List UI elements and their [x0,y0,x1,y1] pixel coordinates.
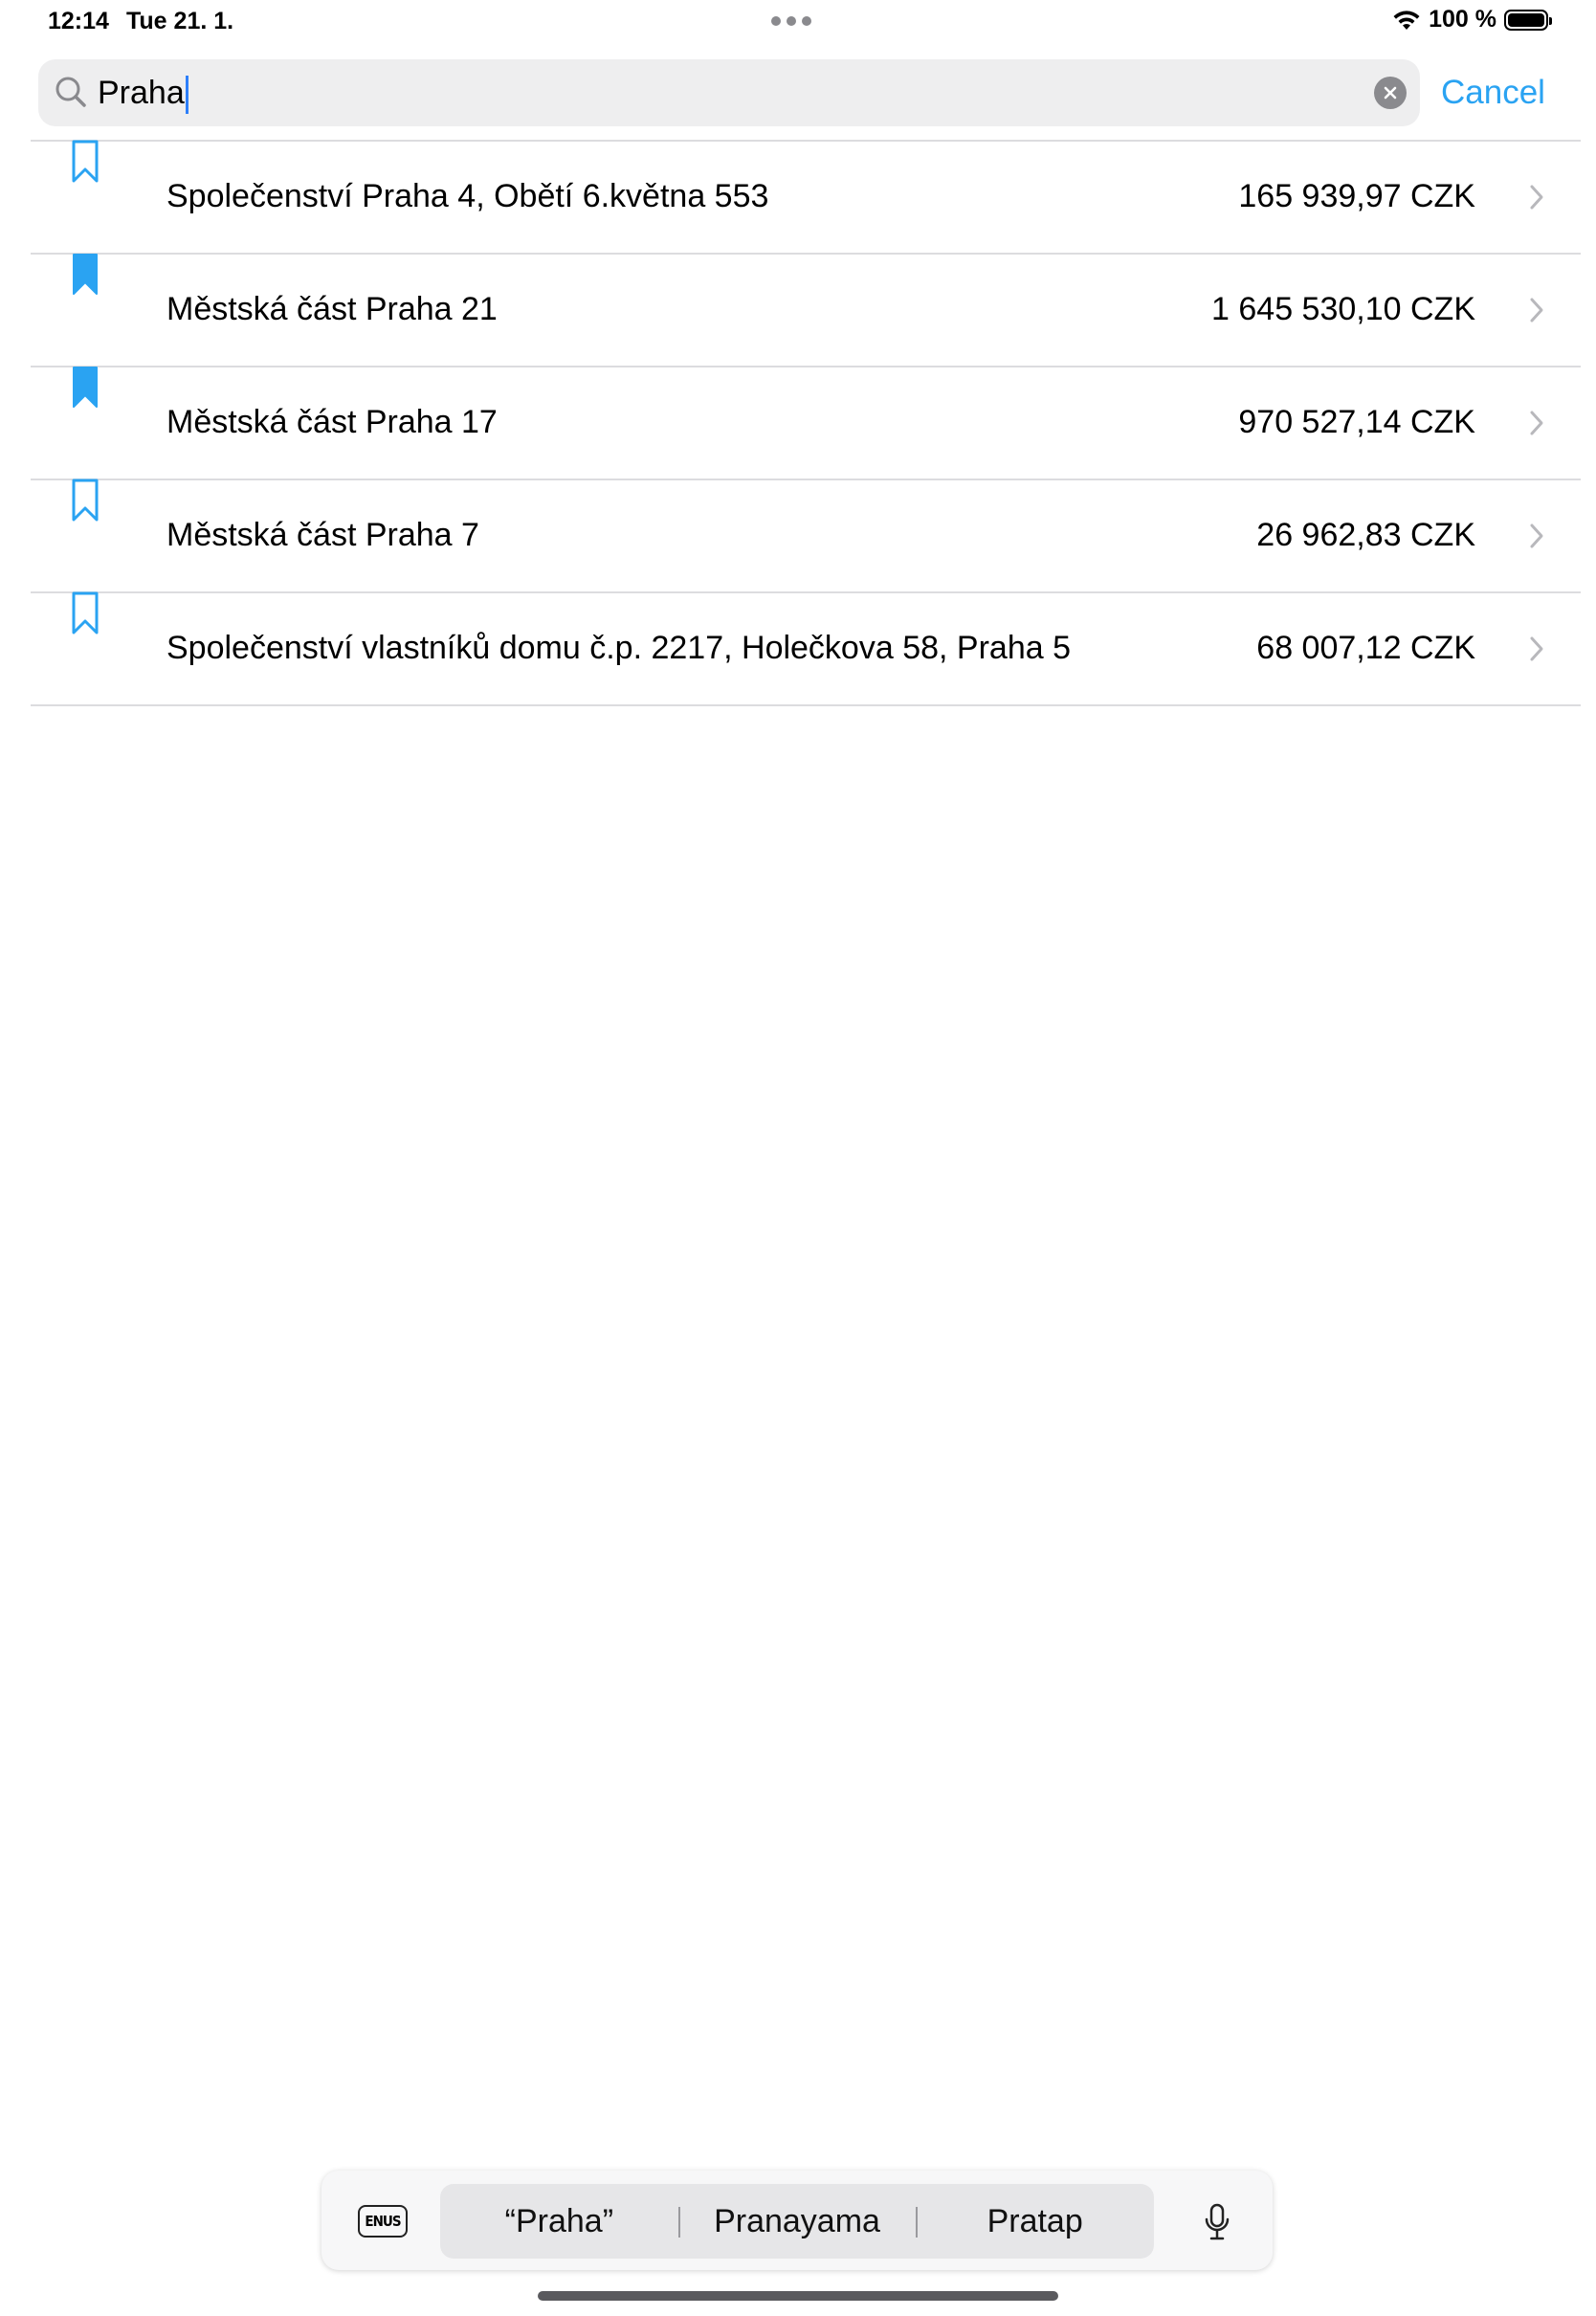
suggestion-item[interactable]: “Praha” [440,2203,678,2240]
list-item[interactable]: Městská část Praha 21 1 645 530,10 CZK [31,253,1581,366]
wifi-icon [1393,10,1420,30]
bookmark-icon[interactable] [71,479,100,523]
close-icon [1384,86,1397,100]
search-results-list: Společenství Praha 4, Obětí 6.května 553… [31,140,1581,706]
home-indicator[interactable] [538,2291,1058,2301]
list-item[interactable]: Městská část Praha 7 26 962,83 CZK [31,479,1581,591]
cancel-button[interactable]: Cancel [1441,71,1545,115]
row-title: Městská část Praha 7 [166,517,479,553]
clear-search-button[interactable] [1374,77,1407,109]
row-amount: 68 007,12 CZK [1256,630,1475,666]
status-indicators: 100 % [1392,6,1552,33]
status-bar: 12:14 Tue 21. 1. 100 % [0,0,1596,46]
battery-percent: 100 % [1429,6,1496,33]
row-title: Společenství vlastníků domu č.p. 2217, H… [166,630,1071,666]
chevron-right-icon [1530,411,1543,435]
chevron-right-icon [1530,636,1543,661]
status-time: 12:14 [48,8,109,34]
keyboard-shortcut-bar: ENUS “Praha” Pranayama Pratap [321,2171,1273,2270]
row-title: Městská část Praha 17 [166,404,498,440]
row-title: Společenství Praha 4, Obětí 6.května 553 [166,178,769,214]
list-item[interactable]: Společenství vlastníků domu č.p. 2217, H… [31,591,1581,706]
multitasking-menu-icon[interactable] [771,16,811,26]
chevron-right-icon [1530,298,1543,323]
bookmark-icon[interactable] [71,253,100,297]
text-caret [185,76,188,115]
suggestion-item[interactable]: Pranayama [677,2203,917,2240]
bookmark-icon[interactable] [71,140,100,184]
search-input-value: Praha [98,75,185,111]
chevron-right-icon [1530,523,1543,548]
row-amount: 165 939,97 CZK [1238,178,1475,214]
bookmark-icon[interactable] [71,591,100,635]
battery-icon [1504,9,1552,31]
search-input[interactable]: Praha [98,69,188,117]
list-item[interactable]: Městská část Praha 17 970 527,14 CZK [31,366,1581,479]
row-title: Městská část Praha 21 [166,291,498,327]
status-date: Tue 21. 1. [126,8,234,34]
chevron-right-icon [1530,185,1543,210]
row-amount: 1 645 530,10 CZK [1211,291,1475,327]
row-amount: 26 962,83 CZK [1256,517,1475,553]
keyboard-language-key[interactable]: ENUS [358,2205,408,2238]
row-amount: 970 527,14 CZK [1238,404,1475,440]
predictive-text-bar: “Praha” Pranayama Pratap [440,2184,1154,2259]
list-item[interactable]: Společenství Praha 4, Obětí 6.května 553… [31,140,1581,253]
search-field[interactable]: Praha [38,59,1420,126]
microphone-icon[interactable] [1204,2203,1230,2241]
search-icon [55,77,86,107]
bookmark-icon[interactable] [71,366,100,410]
suggestion-item[interactable]: Pratap [916,2203,1154,2240]
